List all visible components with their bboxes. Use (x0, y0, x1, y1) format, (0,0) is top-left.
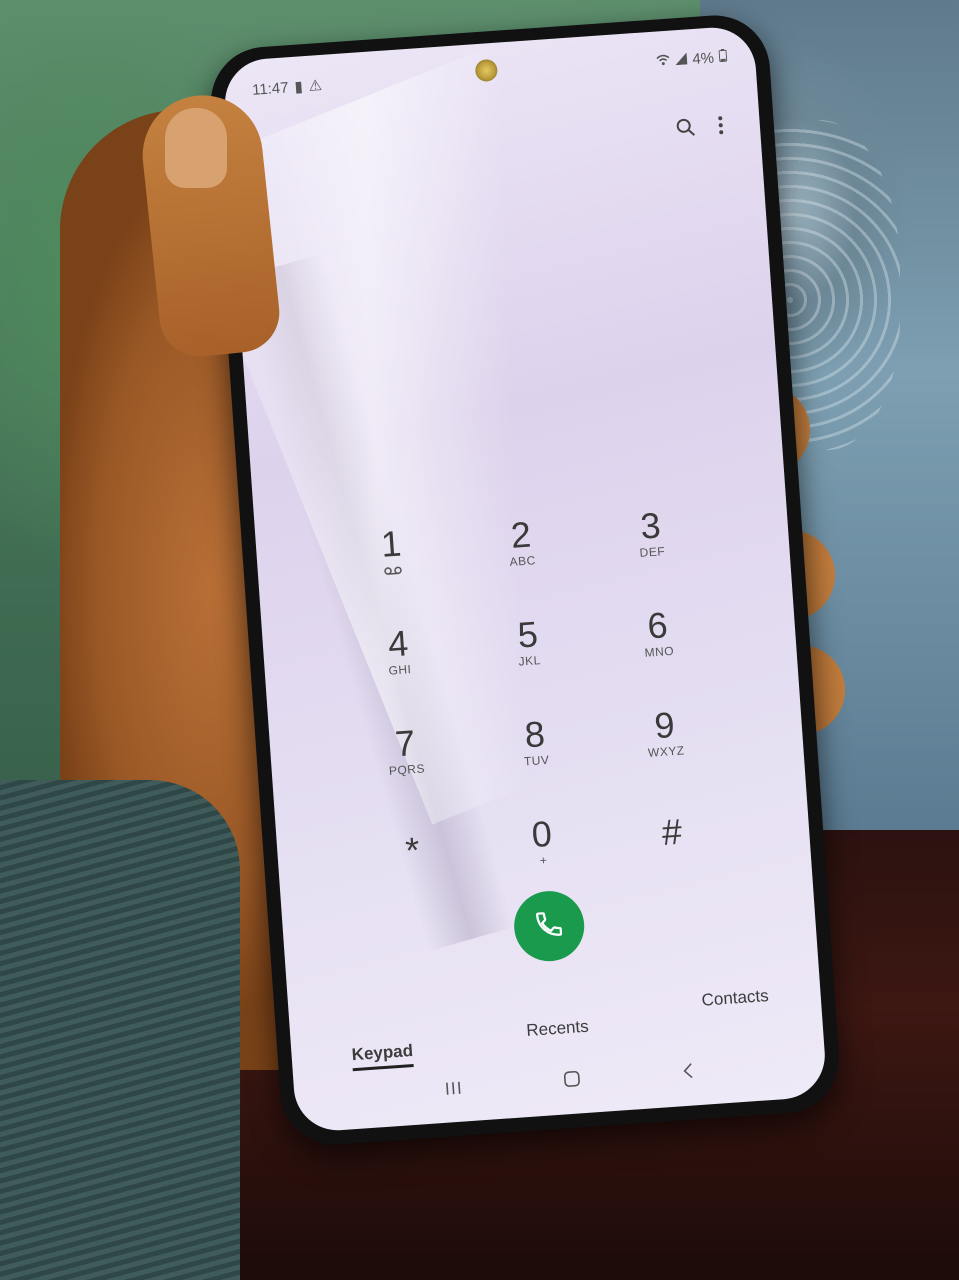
key-0[interactable]: 0 + (474, 787, 611, 896)
key-digit: 6 (646, 604, 669, 647)
phone: 11:47 ▮ ⚠ 4% 1 2 ABC 3 DEF 4 GHI 5 JKL 6… (207, 11, 843, 1149)
battery-low-icon: ▮ (293, 78, 304, 96)
key-3[interactable]: 3 DEF (583, 479, 720, 588)
key-letters: GHI (388, 662, 412, 678)
tab-contacts[interactable]: Contacts (701, 986, 772, 1047)
key-digit: 9 (653, 703, 676, 747)
thumbnail (165, 108, 227, 188)
key-letters: PQRS (388, 761, 426, 778)
key-letters: DEF (639, 544, 666, 560)
key-5[interactable]: 5 JKL (460, 588, 597, 697)
key-digit: # (660, 810, 684, 854)
key-6[interactable]: 6 MNO (590, 578, 727, 687)
key-1[interactable]: 1 (323, 497, 460, 606)
key-2[interactable]: 2 ABC (453, 488, 590, 597)
key-digit: 8 (523, 713, 547, 756)
key-letters: MNO (644, 643, 675, 660)
key-7[interactable]: 7 PQRS (337, 696, 474, 805)
phone-icon (533, 908, 565, 945)
key-digit: 2 (509, 513, 533, 556)
tab-keypad[interactable]: Keypad (351, 1040, 415, 1072)
dialer-tabs: Keypad Recents Contacts (349, 986, 772, 1072)
key-digit: 0 (530, 812, 554, 856)
key-9[interactable]: 9 WXYZ (597, 678, 734, 787)
key-digit: 7 (393, 722, 417, 765)
recent-apps-icon[interactable] (444, 1078, 464, 1102)
key-digit: 3 (639, 504, 662, 547)
key-letters: WXYZ (647, 743, 686, 760)
key-8[interactable]: 8 TUV (467, 687, 604, 796)
battery-icon (718, 48, 728, 66)
key-letters: JKL (518, 653, 542, 669)
key-4[interactable]: 4 GHI (330, 597, 467, 706)
key-hash[interactable]: # (604, 778, 741, 887)
key-letters: TUV (523, 752, 550, 769)
tab-recents[interactable]: Recents (526, 1017, 591, 1059)
dialer-toolbar (675, 115, 725, 144)
battery-percent: 4% (691, 49, 715, 68)
phone-screen: 11:47 ▮ ⚠ 4% 1 2 ABC 3 DEF 4 GHI 5 JKL 6… (222, 24, 828, 1134)
key-letters: + (539, 853, 548, 868)
back-icon[interactable] (681, 1061, 695, 1086)
more-options-icon[interactable] (717, 115, 725, 141)
key-digit: 4 (386, 622, 410, 665)
search-icon[interactable] (675, 117, 697, 144)
key-star[interactable]: * (344, 796, 481, 905)
key-digit: 5 (516, 613, 540, 656)
signal-icon (675, 51, 688, 69)
wifi-icon (656, 52, 671, 70)
warning-icon: ⚠ (308, 76, 323, 95)
sweater-sleeve (0, 780, 240, 1280)
key-digit: 1 (379, 522, 403, 565)
key-letters: ABC (509, 553, 537, 570)
key-digit: * (404, 829, 421, 871)
call-button[interactable] (511, 888, 587, 964)
voicemail-icon (383, 562, 402, 578)
status-time: 11:47 (251, 78, 290, 99)
home-icon[interactable] (562, 1069, 582, 1094)
dial-keypad: 1 2 ABC 3 DEF 4 GHI 5 JKL 6 MNO 7 PQRS 8… (323, 479, 740, 905)
navigation-bar (444, 1061, 695, 1102)
